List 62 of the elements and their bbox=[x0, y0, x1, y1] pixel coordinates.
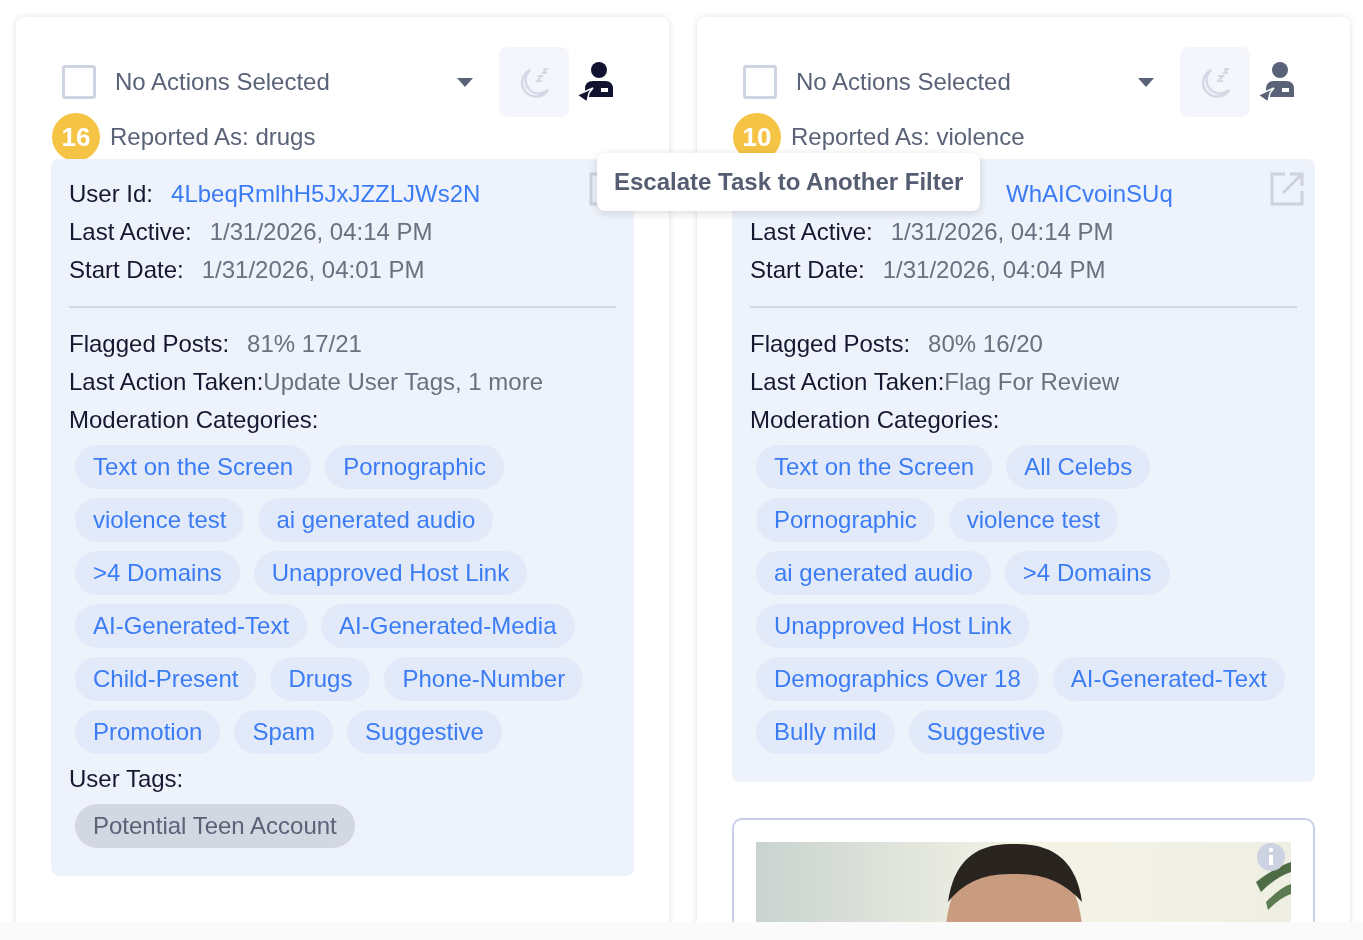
category-chip: ai generated audio bbox=[258, 498, 494, 542]
checkbox[interactable] bbox=[62, 65, 96, 99]
category-chip: Promotion bbox=[75, 710, 221, 754]
external-link-icon[interactable] bbox=[1269, 171, 1305, 207]
category-chip: violence test bbox=[75, 498, 245, 542]
category-chip: >4 Domains bbox=[1004, 551, 1170, 595]
field-label: Flagged Posts: bbox=[69, 329, 230, 359]
snooze-button[interactable] bbox=[1180, 47, 1250, 117]
category-chip: Unapproved Host Link bbox=[756, 604, 1030, 648]
field-label: Last Active: bbox=[750, 217, 873, 247]
caret-icon bbox=[1138, 77, 1154, 87]
info-icon[interactable] bbox=[1257, 843, 1285, 871]
category-chip: AI-Generated-Text bbox=[1052, 657, 1285, 701]
category-chip: Suggestive bbox=[908, 710, 1064, 754]
field-label: Start Date: bbox=[69, 255, 184, 285]
category-chip: Bully mild bbox=[756, 710, 895, 754]
field-value: 1/31/2026, 04:14 PM bbox=[890, 217, 1114, 247]
category-chip: Suggestive bbox=[347, 710, 502, 754]
field-value: 1/31/2026, 04:14 PM bbox=[209, 217, 433, 247]
category-chip: Pornographic bbox=[325, 445, 504, 489]
field-label: User Id: bbox=[69, 179, 154, 209]
user-tag-chip: Potential Teen Account bbox=[75, 804, 355, 848]
field-value: 81% 17/21 bbox=[247, 329, 362, 359]
section-label: Moderation Categories: bbox=[69, 405, 319, 435]
field-label: Last Active: bbox=[69, 217, 192, 247]
count-badge: 16 bbox=[52, 113, 100, 161]
section-label: Moderation Categories: bbox=[750, 405, 1000, 435]
reported-as-text: Reported As: violence bbox=[791, 123, 1025, 151]
user-id-link[interactable]: 4LbeqRmlhH5JxJZZLJWs2N bbox=[171, 175, 481, 213]
category-chip: AI-Generated-Media bbox=[321, 604, 575, 648]
checkbox[interactable] bbox=[743, 65, 777, 99]
field-label: Last Action Taken: bbox=[69, 367, 264, 397]
field-label: Flagged Posts: bbox=[750, 329, 911, 359]
field-value: 80% 16/20 bbox=[928, 329, 1043, 359]
field-value: Update User Tags, 1 more bbox=[263, 367, 544, 397]
field-label: Last Action Taken: bbox=[750, 367, 945, 397]
category-chip: All Celebs bbox=[1006, 445, 1151, 489]
snooze-button[interactable] bbox=[499, 47, 569, 117]
field-label: Start Date: bbox=[750, 255, 865, 285]
section-label: User Tags: bbox=[69, 764, 184, 794]
category-chip: Phone-Number bbox=[384, 657, 584, 701]
tooltip: Escalate Task to Another Filter bbox=[597, 153, 981, 211]
category-chip: Spam bbox=[234, 710, 334, 754]
action-dropdown[interactable]: No Actions Selected bbox=[796, 68, 1158, 96]
category-chip: Text on the Screen bbox=[756, 445, 993, 489]
category-chip: Text on the Screen bbox=[75, 445, 312, 489]
category-chip: Drugs bbox=[270, 657, 371, 701]
category-chip: Pornographic bbox=[756, 498, 935, 542]
action-dropdown[interactable]: No Actions Selected bbox=[115, 68, 477, 96]
user-id-link[interactable]: WhAICvoinSUq bbox=[1006, 175, 1173, 213]
category-chip: Unapproved Host Link bbox=[253, 551, 528, 595]
field-value: 1/31/2026, 04:01 PM bbox=[201, 255, 425, 285]
category-chip: ai generated audio bbox=[756, 551, 991, 595]
category-chip: violence test bbox=[948, 498, 1119, 542]
category-chip: AI-Generated-Text bbox=[75, 604, 308, 648]
reported-as-text: Reported As: drugs bbox=[110, 123, 316, 151]
field-value: 1/31/2026, 04:04 PM bbox=[882, 255, 1106, 285]
caret-icon bbox=[457, 77, 473, 87]
category-chip: >4 Domains bbox=[75, 551, 240, 595]
category-chip: Demographics Over 18 bbox=[756, 657, 1039, 701]
field-value: Flag For Review bbox=[944, 367, 1120, 397]
category-chip: Child-Present bbox=[75, 657, 257, 701]
